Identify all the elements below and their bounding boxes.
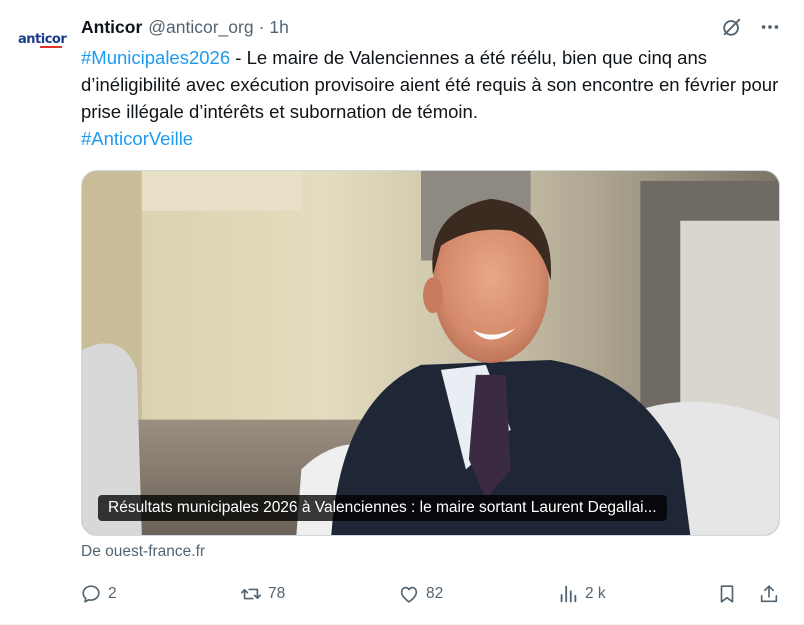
like-count: 82 — [426, 585, 444, 602]
views-button[interactable]: 2 k — [557, 578, 606, 610]
action-bar: 2 78 82 2 k — [0, 578, 804, 610]
tweet-text: #Municipales2026 - Le maire de Valencien… — [81, 44, 781, 152]
heart-icon — [400, 586, 418, 603]
avatar-logo-text: anticor — [18, 32, 67, 47]
link-card[interactable]: Résultats municipales 2026 à Valencienne… — [81, 170, 780, 536]
author-handle[interactable]: @anticor_org — [148, 17, 253, 38]
repost-count: 78 — [268, 585, 286, 602]
header-separator: · — [258, 16, 265, 37]
reply-count: 2 — [108, 585, 117, 602]
views-count: 2 k — [585, 585, 606, 602]
bookmark-button[interactable] — [716, 578, 738, 610]
grok-button[interactable] — [720, 15, 744, 39]
tweet[interactable]: anticor Anticor @anticor_org · 1h #Munic… — [0, 0, 804, 625]
avatar-logo-underline — [40, 46, 62, 48]
tweet-time[interactable]: 1h — [269, 17, 288, 38]
hashtag-municipales[interactable]: #Municipales2026 — [81, 47, 230, 68]
share-button[interactable] — [758, 578, 780, 610]
article-photo — [82, 171, 779, 535]
more-icon — [761, 25, 779, 29]
repost-icon — [241, 588, 261, 600]
reply-icon — [82, 585, 100, 603]
reply-button[interactable]: 2 — [80, 578, 117, 610]
grok-icon — [723, 18, 741, 36]
share-icon — [760, 585, 778, 603]
avatar[interactable]: anticor — [18, 30, 67, 50]
more-button[interactable] — [758, 15, 782, 39]
hashtag-anticorveille[interactable]: #AnticorVeille — [81, 128, 193, 149]
card-source[interactable]: De ouest-france.fr — [81, 543, 205, 561]
bookmark-icon — [720, 585, 734, 603]
analytics-icon — [560, 585, 577, 603]
repost-button[interactable]: 78 — [240, 578, 285, 610]
author-name[interactable]: Anticor — [81, 17, 142, 38]
card-title[interactable]: Résultats municipales 2026 à Valencienne… — [98, 495, 667, 521]
like-button[interactable]: 82 — [398, 578, 443, 610]
tweet-header: Anticor @anticor_org · 1h — [81, 14, 289, 40]
